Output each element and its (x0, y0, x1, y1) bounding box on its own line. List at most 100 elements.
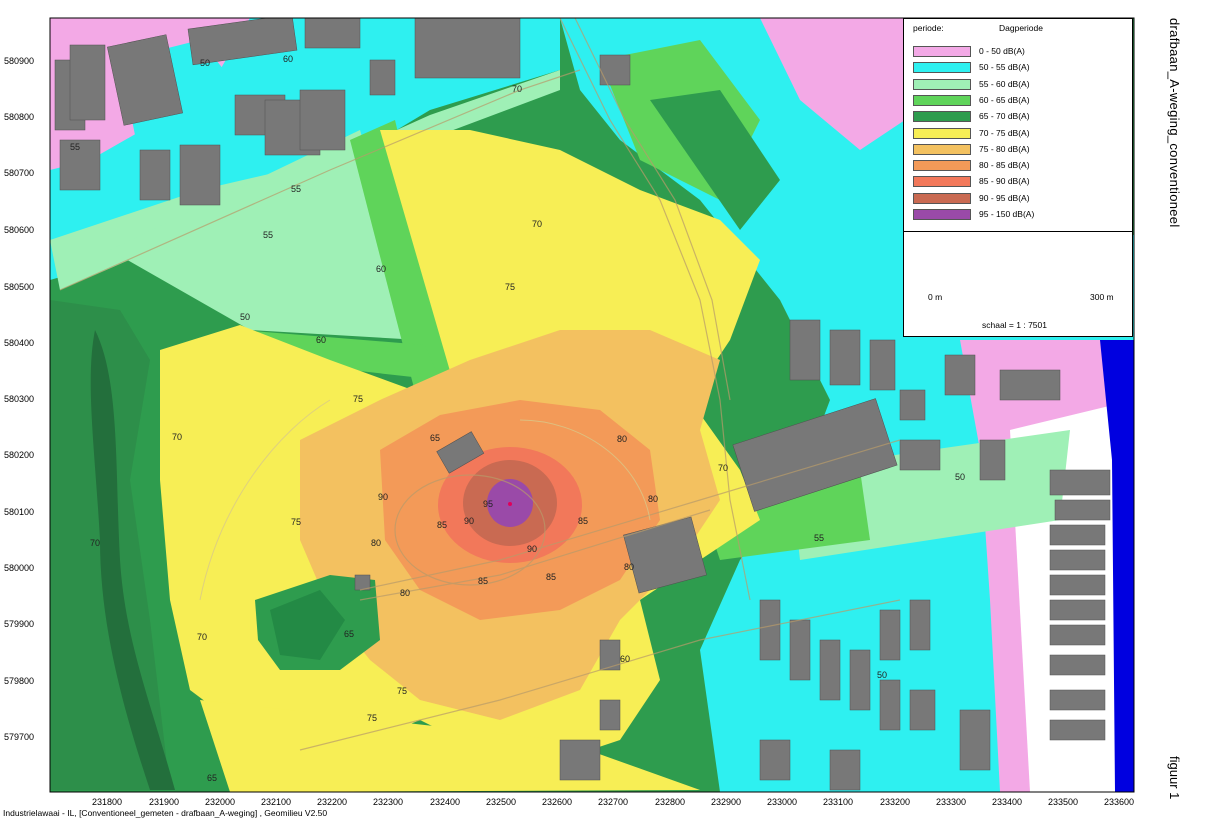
y-tick-label: 580900 (4, 56, 35, 66)
contour-label-55: 55 (263, 230, 273, 240)
contour-label-50: 50 (955, 472, 965, 482)
contour-label-75: 75 (505, 282, 515, 292)
footer-caption: Industrielawaai - IL, [Conventioneel_gem… (3, 808, 328, 818)
x-tick-label: 232900 (711, 797, 742, 807)
map-title: drafbaan_A-weging_conventioneel (1167, 18, 1182, 228)
legend-label: 80 - 85 dB(A) (979, 160, 1030, 171)
legend-label: 65 - 70 dB(A) (979, 111, 1030, 122)
contour-label-75: 75 (397, 686, 407, 696)
x-tick-label: 231800 (92, 797, 123, 807)
contour-label-60: 60 (620, 654, 630, 664)
scale-ratio: schaal = 1 : 7501 (982, 320, 1047, 330)
x-tick-label: 233000 (767, 797, 798, 807)
x-tick-label: 232400 (430, 797, 461, 807)
legend-swatch (913, 143, 971, 155)
contour-label-90: 90 (464, 516, 474, 526)
y-tick-label: 580400 (4, 338, 35, 348)
contour-label-60: 60 (376, 264, 386, 274)
contour-label-50: 50 (200, 58, 210, 68)
y-tick-label: 580300 (4, 394, 35, 404)
y-tick-label: 580600 (4, 225, 35, 235)
contour-label-65: 65 (430, 433, 440, 443)
contour-label-85: 85 (546, 572, 556, 582)
contour-label-75: 75 (291, 517, 301, 527)
legend-label: 55 - 60 dB(A) (979, 78, 1030, 89)
contour-label-65: 65 (344, 629, 354, 639)
legend-swatch (913, 192, 971, 204)
legend-swatch (913, 127, 971, 139)
contour-label-55: 55 (291, 184, 301, 194)
x-tick-label: 233300 (936, 797, 967, 807)
scale-start-label: 0 m (928, 292, 943, 302)
contour-label-85: 85 (437, 520, 447, 530)
legend-swatch (913, 176, 971, 188)
x-tick-label: 233500 (1048, 797, 1079, 807)
x-tick-label: 232500 (486, 797, 517, 807)
y-tick-label: 580800 (4, 112, 35, 122)
legend-label: 60 - 65 dB(A) (979, 94, 1030, 105)
legend-label: 75 - 80 dB(A) (979, 143, 1030, 154)
x-tick-label: 233200 (880, 797, 911, 807)
contour-label-60: 60 (283, 54, 293, 64)
legend-swatch (913, 46, 971, 57)
legend-swatch (913, 78, 971, 90)
legend-label: 85 - 90 dB(A) (979, 176, 1030, 187)
contour-label-85: 85 (578, 516, 588, 526)
y-tick-label: 580500 (4, 282, 35, 292)
y-tick-label: 580200 (4, 450, 35, 460)
legend-swatch (913, 209, 971, 220)
x-tick-label: 232800 (655, 797, 686, 807)
contour-label-65: 65 (207, 773, 217, 783)
contour-label-75: 75 (353, 394, 363, 404)
y-tick-label: 580100 (4, 507, 35, 517)
scale-end-label: 300 m (1090, 292, 1114, 302)
contour-label-50: 50 (240, 312, 250, 322)
x-tick-label: 233400 (992, 797, 1023, 807)
y-tick-label: 579800 (4, 676, 35, 686)
y-tick-label: 579700 (4, 732, 35, 742)
contour-label-60: 60 (316, 335, 326, 345)
legend-label: 70 - 75 dB(A) (979, 127, 1030, 138)
y-tick-label: 580700 (4, 168, 35, 178)
legend-label: 90 - 95 dB(A) (979, 192, 1030, 203)
legend-label: 95 - 150 dB(A) (979, 209, 1035, 219)
contour-label-75: 75 (367, 713, 377, 723)
contour-label-90: 90 (378, 492, 388, 502)
legend-period-value: Dagperiode (999, 23, 1043, 33)
x-tick-label: 233600 (1104, 797, 1135, 807)
contour-label-50: 50 (877, 670, 887, 680)
legend-label: 50 - 55 dB(A) (979, 62, 1030, 73)
legend: periode: Dagperiode 0 - 50 dB(A) 50 - 55 … (903, 18, 1133, 232)
contour-label-55: 55 (70, 142, 80, 152)
contour-label-80: 80 (400, 588, 410, 598)
x-tick-label: 233100 (823, 797, 854, 807)
contour-label-80: 80 (648, 494, 658, 504)
x-tick-label: 232700 (598, 797, 629, 807)
x-tick-label: 232600 (542, 797, 573, 807)
figure-label: figuur 1 (1167, 756, 1182, 800)
y-tick-label: 579900 (4, 619, 35, 629)
x-tick-label: 232100 (261, 797, 292, 807)
legend-period-label: periode: (913, 23, 944, 33)
contour-label-70: 70 (718, 463, 728, 473)
contour-label-90: 90 (527, 544, 537, 554)
contour-label-70: 70 (512, 84, 522, 94)
legend-swatch (913, 111, 971, 123)
contour-label-80: 80 (617, 434, 627, 444)
x-tick-label: 232000 (205, 797, 236, 807)
contour-label-70: 70 (90, 538, 100, 548)
legend-swatch (913, 160, 971, 172)
x-tick-label: 232200 (317, 797, 348, 807)
y-tick-label: 580000 (4, 563, 35, 573)
contour-label-70: 70 (197, 632, 207, 642)
contour-label-70: 70 (532, 219, 542, 229)
legend-label: 0 - 50 dB(A) (979, 46, 1025, 56)
contour-label-80: 80 (371, 538, 381, 548)
scale-box: 0 m 300 m schaal = 1 : 7501 (903, 232, 1133, 337)
contour-label-70: 70 (172, 432, 182, 442)
legend-swatch (913, 94, 971, 106)
contour-label-85: 85 (478, 576, 488, 586)
contour-label-80: 80 (624, 562, 634, 572)
legend-swatch (913, 62, 971, 74)
x-tick-label: 232300 (373, 797, 404, 807)
